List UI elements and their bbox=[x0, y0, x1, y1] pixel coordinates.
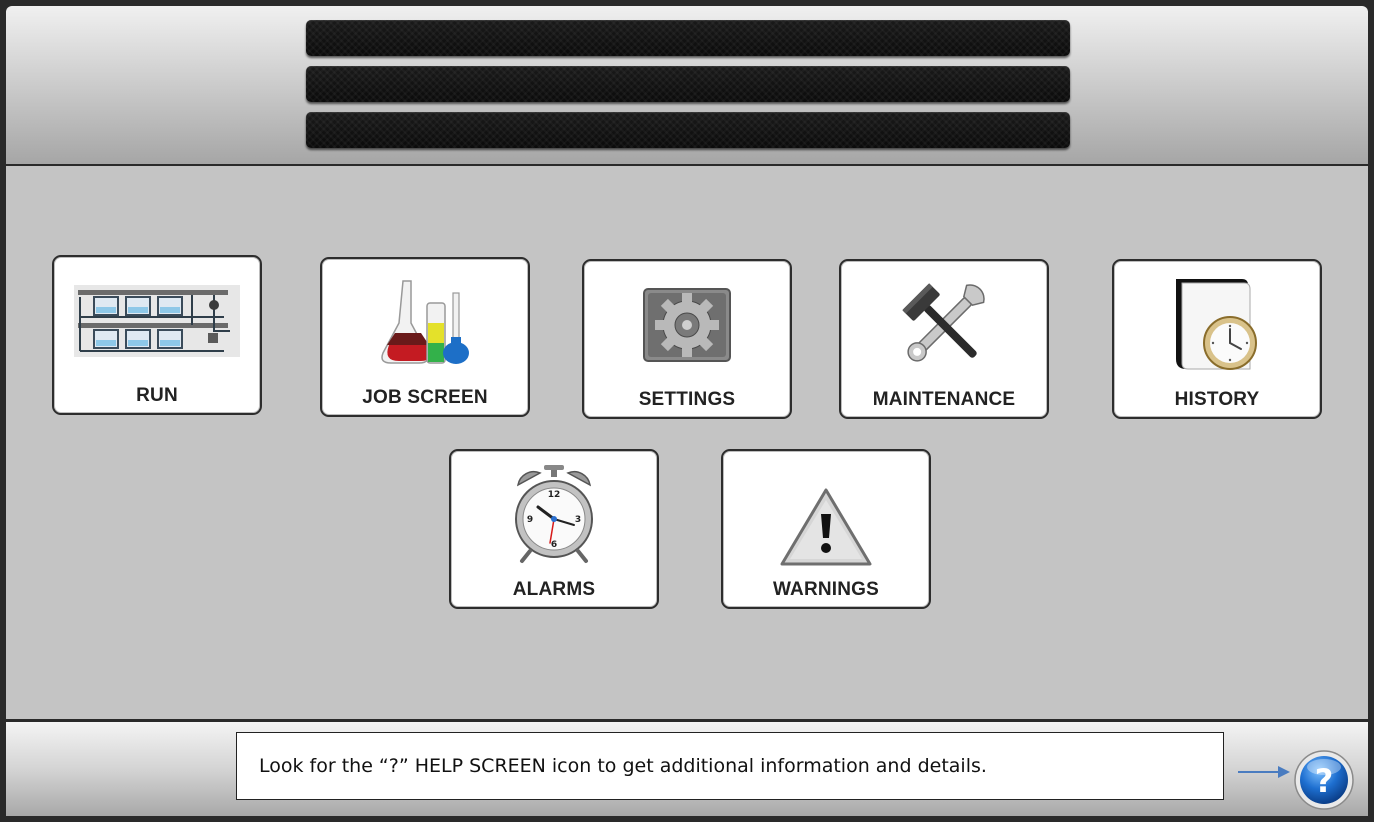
settings-label: SETTINGS bbox=[638, 389, 736, 410]
svg-text:12: 12 bbox=[548, 490, 561, 500]
alarm-clock-icon: 12 3 6 9 bbox=[469, 465, 639, 565]
question-mark-icon: ? bbox=[1294, 750, 1354, 810]
alarms-button[interactable]: 12 3 6 9 ALARMS bbox=[449, 449, 659, 609]
settings-button[interactable]: SETTINGS bbox=[582, 259, 792, 419]
svg-text:6: 6 bbox=[551, 540, 557, 550]
maintenance-label: MAINTENANCE bbox=[872, 389, 1016, 410]
svg-text:9: 9 bbox=[527, 515, 533, 525]
alarms-label: ALARMS bbox=[512, 579, 596, 600]
main-menu-panel bbox=[6, 166, 1368, 719]
help-button[interactable]: ? bbox=[1293, 749, 1355, 811]
warning-triangle-icon bbox=[741, 477, 911, 577]
gear-icon bbox=[602, 275, 772, 375]
run-label: RUN bbox=[136, 385, 178, 406]
status-line-2 bbox=[306, 66, 1070, 102]
history-label: HISTORY bbox=[1174, 389, 1260, 410]
run-button[interactable]: RUN bbox=[52, 255, 262, 415]
status-line-3 bbox=[306, 112, 1070, 148]
warnings-label: WARNINGS bbox=[772, 579, 880, 600]
beakers-icon bbox=[340, 273, 510, 373]
wrench-hammer-icon bbox=[859, 275, 1029, 375]
folder-clock-icon bbox=[1132, 275, 1302, 375]
warnings-button[interactable]: WARNINGS bbox=[721, 449, 931, 609]
help-glyph: ? bbox=[1315, 762, 1334, 800]
maintenance-button[interactable]: MAINTENANCE bbox=[839, 259, 1049, 419]
help-callout-text: Look for the “?” HELP SCREEN icon to get… bbox=[236, 732, 1224, 800]
pointer-arrow-icon bbox=[1238, 766, 1290, 778]
job-screen-label: JOB SCREEN bbox=[362, 387, 488, 408]
svg-text:3: 3 bbox=[575, 515, 581, 525]
job-screen-button[interactable]: JOB SCREEN bbox=[320, 257, 530, 417]
machine-icon bbox=[72, 271, 242, 371]
header-bar bbox=[6, 6, 1368, 164]
history-button[interactable]: HISTORY bbox=[1112, 259, 1322, 419]
status-line-1 bbox=[306, 20, 1070, 56]
